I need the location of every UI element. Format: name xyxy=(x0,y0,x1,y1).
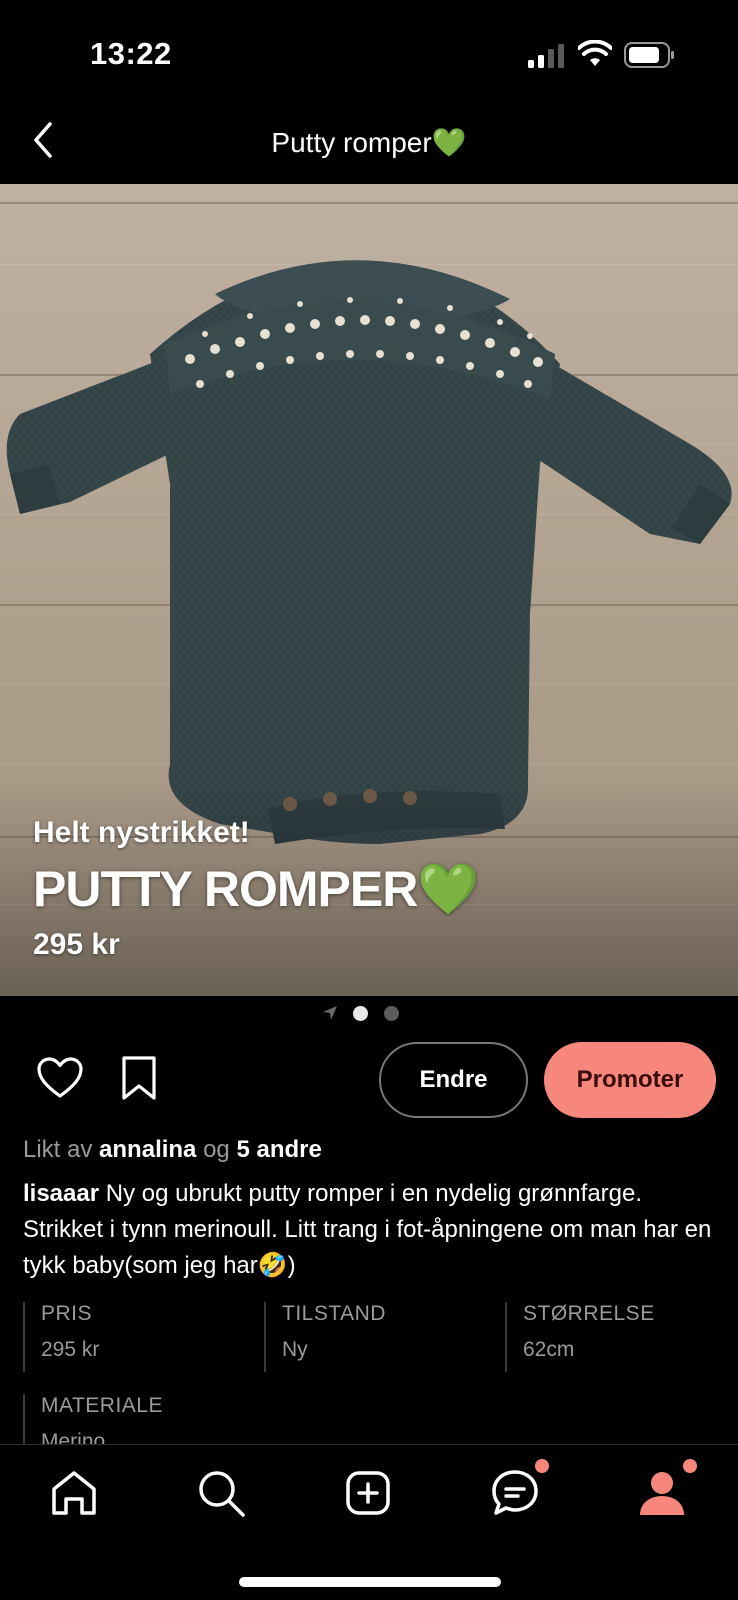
detail-size: STØRRELSE 62cm xyxy=(505,1302,725,1372)
detail-label: STØRRELSE xyxy=(523,1302,655,1325)
product-image-carousel[interactable]: Helt nystrikket! PUTTY ROMPER💚 295 kr xyxy=(0,184,738,996)
image-pager xyxy=(0,1000,738,1026)
chat-notification-badge xyxy=(535,1459,549,1473)
hero-price: 295 kr xyxy=(33,928,120,961)
seller-username[interactable]: lisaaar xyxy=(23,1180,99,1207)
home-icon[interactable] xyxy=(46,1465,102,1521)
product-description: lisaaar Ny og ubrukt putty romper i en n… xyxy=(23,1176,723,1284)
pager-dot-active[interactable] xyxy=(353,1006,368,1021)
detail-value: 295 kr xyxy=(41,1338,100,1361)
detail-label: PRIS xyxy=(41,1302,93,1325)
detail-condition: TILSTAND Ny xyxy=(264,1302,504,1372)
liked-by-prefix: Likt av xyxy=(23,1136,93,1163)
pager-dot[interactable] xyxy=(384,1006,399,1021)
bookmark-icon[interactable] xyxy=(118,1054,160,1102)
cellular-signal-icon xyxy=(528,44,564,68)
hero-title: PUTTY ROMPER💚 xyxy=(33,861,480,917)
status-time: 13:22 xyxy=(90,36,172,71)
home-indicator xyxy=(239,1577,501,1587)
status-bar: 13:22 xyxy=(0,0,738,108)
liked-by-connector: og xyxy=(203,1136,230,1163)
hero-subtitle: Helt nystrikket! xyxy=(33,816,250,849)
liked-by-user[interactable]: annalina xyxy=(99,1136,196,1163)
bottom-tab-bar xyxy=(0,1444,738,1600)
detail-label: TILSTAND xyxy=(282,1302,386,1325)
page-title: Putty romper💚 xyxy=(271,127,467,158)
chat-icon[interactable] xyxy=(487,1465,543,1521)
search-icon[interactable] xyxy=(193,1465,249,1521)
location-arrow-icon xyxy=(323,1006,337,1020)
detail-value: 62cm xyxy=(523,1338,575,1361)
description-text: Ny og ubrukt putty romper i en nydelig g… xyxy=(23,1180,712,1279)
detail-value: Ny xyxy=(282,1338,308,1361)
detail-label: MATERIALE xyxy=(41,1394,163,1417)
heart-icon[interactable] xyxy=(36,1056,84,1100)
promote-button[interactable]: Promoter xyxy=(544,1042,716,1118)
detail-price: PRIS 295 kr xyxy=(23,1302,263,1372)
battery-icon xyxy=(624,42,674,68)
navigation-header: Putty romper💚 xyxy=(0,108,738,184)
wifi-icon xyxy=(578,40,612,66)
add-icon[interactable] xyxy=(340,1465,396,1521)
profile-icon[interactable] xyxy=(634,1465,690,1521)
profile-notification-badge xyxy=(683,1459,697,1473)
edit-button[interactable]: Endre xyxy=(379,1042,528,1118)
liked-by: Likt av annalina og 5 andre xyxy=(23,1136,322,1164)
action-row: Endre Promoter xyxy=(0,1042,738,1120)
liked-by-others[interactable]: 5 andre xyxy=(236,1136,321,1163)
